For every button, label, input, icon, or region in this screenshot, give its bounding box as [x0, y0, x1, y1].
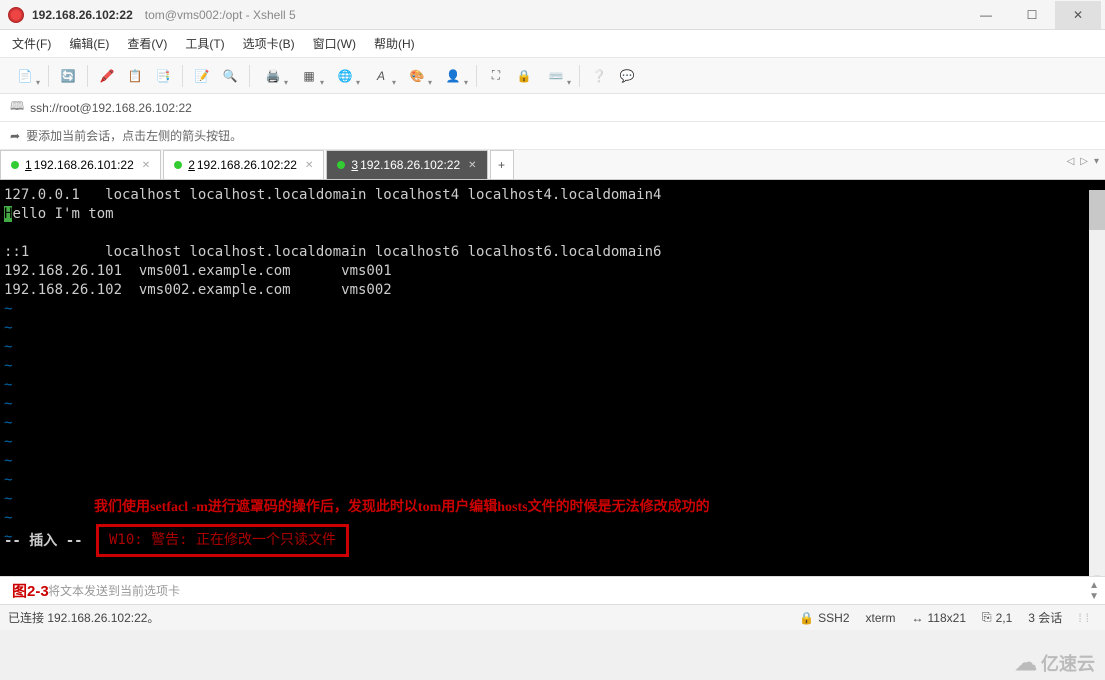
font-icon[interactable]: A [364, 63, 398, 89]
annotation-text: 我们使用setfacl -m进行遮罩码的操作后，发现此时以tom用户编辑host… [94, 498, 710, 517]
scroll-thumb[interactable] [1089, 190, 1105, 230]
maximize-button[interactable]: ☐ [1009, 1, 1055, 29]
menu-file[interactable]: 文件(F) [12, 35, 51, 52]
tab-scroll-right-icon[interactable]: ▷ [1080, 156, 1088, 167]
properties-icon[interactable]: 📝 [189, 63, 215, 89]
tab-label: 192.168.26.102:22 [360, 158, 460, 172]
tab-2[interactable]: 2 192.168.26.102:22 ✕ [163, 150, 324, 179]
menu-help[interactable]: 帮助(H) [374, 35, 415, 52]
tab-close-icon[interactable]: ✕ [468, 160, 476, 171]
menu-tabs[interactable]: 选项卡(B) [243, 35, 295, 52]
new-tab-icon[interactable]: 📑 [150, 63, 176, 89]
layout-icon[interactable]: ▦ [292, 63, 326, 89]
help-icon[interactable]: ❔ [586, 63, 612, 89]
keyboard-icon[interactable]: ⌨️ [539, 63, 573, 89]
caps-indicator: ⁞ [1078, 611, 1081, 625]
menu-view[interactable]: 查看(V) [127, 35, 167, 52]
figure-label: 图2-3 [12, 580, 49, 601]
menu-edit[interactable]: 编辑(E) [69, 35, 109, 52]
status-ssh: SSH2 [818, 611, 849, 625]
chat-icon[interactable]: 💬 [614, 63, 640, 89]
hint-arrow-icon[interactable]: ➦ [10, 129, 20, 143]
num-indicator: ⁞ [1086, 611, 1089, 625]
fullscreen-icon[interactable]: ⛶ [483, 63, 509, 89]
status-dot-icon [174, 161, 182, 169]
app-logo-icon [8, 7, 24, 23]
print-icon[interactable]: 🖨️ [256, 63, 290, 89]
status-dot-icon [11, 161, 19, 169]
vim-mode-text: -- 插入 -- [4, 532, 83, 551]
tab-3[interactable]: 3 192.168.26.102:22 ✕ [326, 150, 487, 179]
warning-box: W10: 警告: 正在修改一个只读文件 [96, 524, 349, 557]
highlight-icon[interactable]: 🖍️ [94, 63, 120, 89]
search-icon[interactable]: 🔍 [217, 63, 243, 89]
pos-icon: ⎘ [982, 610, 992, 625]
add-tab-button[interactable]: + [490, 150, 514, 179]
reconnect-icon[interactable]: 🔄 [55, 63, 81, 89]
input-options-icon[interactable]: ▲▼ [1089, 580, 1099, 602]
window-subtitle: tom@vms002:/opt - Xshell 5 [145, 8, 296, 22]
terminal[interactable]: 127.0.0.1 localhost localhost.localdomai… [0, 180, 1105, 576]
tab-label: 192.168.26.101:22 [34, 158, 134, 172]
tab-label: 192.168.26.102:22 [197, 158, 297, 172]
tab-menu-icon[interactable]: ▾ [1094, 156, 1099, 167]
window-title: 192.168.26.102:22 [32, 8, 133, 22]
status-term: xterm [866, 611, 896, 625]
color-icon[interactable]: 🎨 [400, 63, 434, 89]
menu-window[interactable]: 窗口(W) [313, 35, 356, 52]
minimize-button[interactable]: — [963, 1, 1009, 29]
tab-1[interactable]: 1 192.168.26.101:22 ✕ [0, 150, 161, 179]
new-session-icon[interactable]: 📄 [8, 63, 42, 89]
address-text[interactable]: ssh://root@192.168.26.102:22 [30, 101, 192, 115]
scrollbar[interactable]: ▲ ▼ [1089, 190, 1105, 586]
cloud-icon: ☁ [1015, 650, 1037, 676]
menu-tools[interactable]: 工具(T) [185, 35, 224, 52]
watermark: ☁ 亿速云 [1015, 650, 1095, 676]
status-dot-icon [337, 161, 345, 169]
status-connected: 已连接 192.168.26.102:22。 [8, 609, 159, 626]
status-size: 118x21 [928, 611, 966, 625]
tab-close-icon[interactable]: ✕ [305, 160, 313, 171]
status-sessions: 3 会话 [1028, 609, 1062, 626]
close-button[interactable]: ✕ [1055, 1, 1101, 29]
status-pos: 2,1 [996, 611, 1013, 625]
input-placeholder[interactable]: 将文本发送到当前选项卡 [48, 582, 180, 599]
copy-icon[interactable]: 📋 [122, 63, 148, 89]
hint-text: 要添加当前会话，点击左侧的箭头按钮。 [26, 127, 242, 144]
language-icon[interactable]: 🌐 [328, 63, 362, 89]
lock-icon[interactable]: 🔒 [511, 63, 537, 89]
tab-close-icon[interactable]: ✕ [142, 160, 150, 171]
user-icon[interactable]: 👤 [436, 63, 470, 89]
address-lock-icon: 🕮 [10, 97, 24, 118]
tab-scroll-left-icon[interactable]: ◁ [1067, 156, 1075, 167]
size-icon: ↔ [912, 611, 924, 625]
lock-small-icon: 🔒 [799, 611, 814, 625]
